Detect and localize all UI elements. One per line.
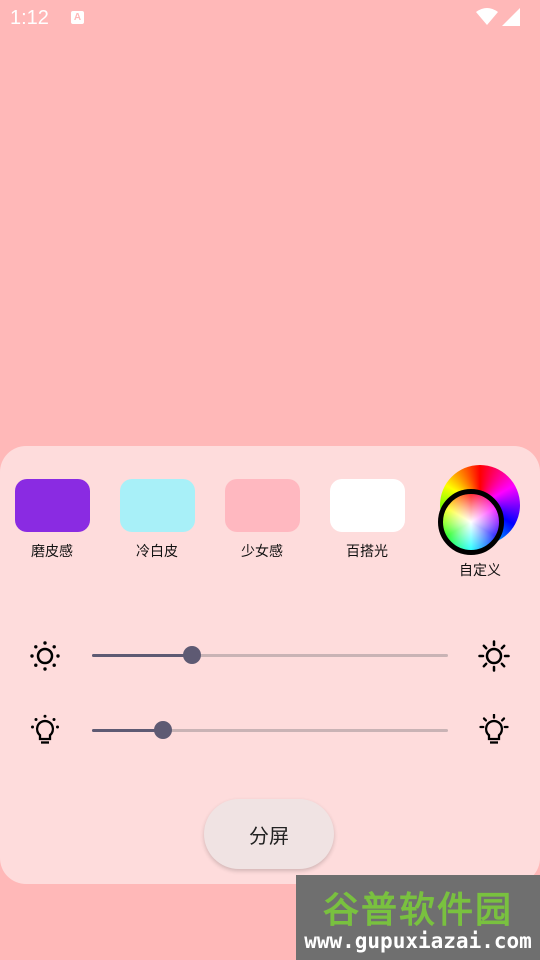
brightness-low-icon <box>30 641 60 671</box>
brightness-high-icon <box>478 640 510 672</box>
control-panel: 磨皮感 冷白皮 少女感 百搭光 自定义 分屏 <box>0 446 540 884</box>
light-slider-fill <box>92 729 164 732</box>
status-bar: 1:12 A <box>0 0 540 36</box>
bulb-low-icon <box>31 714 59 744</box>
preset-swatch-versatile[interactable] <box>330 479 405 532</box>
watermark-url: www.gupuxiazai.com <box>304 929 532 953</box>
notification-icon: A <box>71 11 84 24</box>
wifi-icon <box>476 8 498 25</box>
preset-label-cool-white: 冷白皮 <box>136 544 178 560</box>
light-slider-thumb[interactable] <box>154 721 173 739</box>
split-screen-button[interactable]: 分屏 <box>204 799 334 869</box>
signal-icon <box>502 8 520 26</box>
status-time: 1:12 <box>10 7 49 29</box>
preset-swatch-smooth[interactable] <box>15 479 90 532</box>
preset-swatch-cool-white[interactable] <box>120 479 195 532</box>
preset-swatch-girlish[interactable] <box>225 479 300 532</box>
brightness-slider-fill <box>92 654 192 657</box>
brightness-slider[interactable] <box>92 646 448 664</box>
bulb-high-icon <box>479 714 509 744</box>
light-slider[interactable] <box>92 721 448 739</box>
brightness-slider-thumb[interactable] <box>182 646 201 664</box>
preset-label-versatile: 百搭光 <box>346 544 388 560</box>
preset-label-girlish: 少女感 <box>241 544 283 560</box>
color-picker-handle[interactable] <box>438 489 504 555</box>
watermark-logo: 谷普软件园 www.gupuxiazai.com <box>296 875 540 960</box>
watermark-title: 谷普软件园 <box>322 890 513 931</box>
custom-label: 自定义 <box>459 563 501 579</box>
preset-label-smooth: 磨皮感 <box>31 544 73 560</box>
